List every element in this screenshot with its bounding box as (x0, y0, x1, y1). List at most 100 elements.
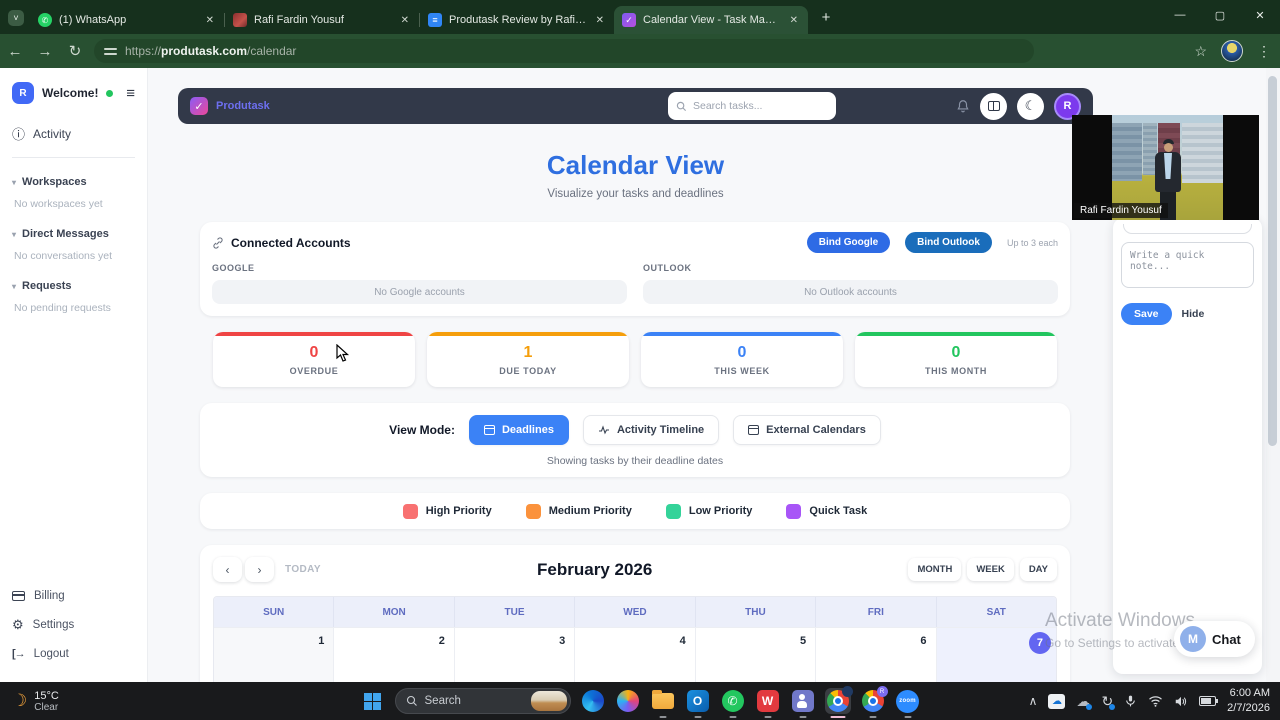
bind-outlook-button[interactable]: Bind Outlook (905, 232, 992, 253)
taskbar-search[interactable]: Search (394, 688, 571, 714)
tab-rafi[interactable]: Rafi Fardin Yousuf ✕ (225, 6, 419, 34)
minimize-button[interactable]: — (1160, 0, 1200, 30)
next-month-button[interactable]: › (245, 557, 274, 582)
user-avatar[interactable]: R (12, 82, 34, 104)
tab-close-icon[interactable]: ✕ (788, 15, 800, 26)
calendar-cell-feb-2[interactable]: 2 (333, 627, 454, 682)
edge-taskbar-icon[interactable] (580, 688, 606, 714)
whatsapp-taskbar-icon[interactable]: ✆ (720, 688, 746, 718)
legend-label: Quick Task (809, 505, 868, 517)
sidebar-menu-icon[interactable]: ≡ (126, 85, 135, 102)
outlook-empty-state: No Outlook accounts (643, 280, 1058, 304)
maximize-button[interactable]: ▢ (1200, 0, 1240, 30)
quick-note-input[interactable] (1121, 242, 1254, 288)
calendar-cell-feb-3[interactable]: 3 (453, 627, 575, 682)
prev-month-button[interactable]: ‹ (213, 557, 242, 582)
tab-search-chevron-icon[interactable]: ˅ (8, 10, 24, 26)
stat-card-due-today[interactable]: 1 DUE TODAY (427, 332, 629, 387)
sidebar-item-activity[interactable]: ⓘ Activity (12, 124, 135, 143)
calendar-title: February 2026 (537, 559, 653, 579)
sidebar-item-settings[interactable]: ⚙ Settings (12, 617, 135, 633)
close-button[interactable]: ✕ (1240, 0, 1280, 30)
browser-profile-avatar[interactable] (1221, 40, 1243, 62)
tab-whatsapp[interactable]: ✆ (1) WhatsApp ✕ (30, 6, 224, 34)
address-bar[interactable]: https://produtask.com/calendar (94, 39, 1034, 63)
battery-icon[interactable] (1199, 696, 1219, 706)
outlook-column: OUTLOOK No Outlook accounts (643, 263, 1058, 304)
back-icon[interactable]: ← (0, 43, 30, 60)
bookmark-star-icon[interactable]: ☆ (1194, 43, 1207, 60)
outlook-icon: O (686, 690, 709, 712)
requests-header[interactable]: ▾ Requests (12, 280, 135, 292)
legend-label: Low Priority (688, 505, 753, 517)
bind-google-button[interactable]: Bind Google (806, 232, 891, 253)
taskbar-clock[interactable]: 6:00 AM 2/7/2026 (1227, 686, 1270, 716)
sidebar-item-billing[interactable]: Billing (12, 590, 135, 602)
chat-bubble[interactable]: M Chat (1174, 621, 1255, 657)
online-status-dot (106, 89, 114, 97)
connected-accounts-columns: GOOGLE No Google accounts OUTLOOK No Out… (212, 263, 1058, 304)
page-scrollbar[interactable] (1266, 68, 1280, 682)
site-settings-icon[interactable] (104, 45, 117, 58)
wps-taskbar-icon[interactable]: W (755, 688, 781, 718)
scrollbar-thumb[interactable] (1268, 76, 1277, 446)
onedrive-icon[interactable]: ☁ (1048, 693, 1066, 709)
tab-calendar-view-active[interactable]: ✓ Calendar View - Task Manager ✕ (614, 6, 808, 34)
teams-taskbar-icon[interactable] (790, 688, 816, 718)
windows-start-button[interactable] (360, 688, 386, 714)
layout-toggle-button[interactable] (980, 92, 1007, 120)
calendar-cell-feb-5[interactable]: 5 (694, 627, 816, 682)
search-input[interactable] (693, 100, 813, 112)
calendar-view-switcher: MONTH WEEK DAY (908, 558, 1057, 581)
refresh-icon[interactable]: ↻ (60, 42, 90, 60)
tray-chevron-up-icon[interactable]: ∧ (1029, 694, 1038, 708)
tab-produtask-review[interactable]: ≡ Produtask Review by Rafi - Goo ✕ (420, 6, 614, 34)
workspaces-header[interactable]: ▾ Workspaces (12, 176, 135, 188)
calendar-cell-feb-6[interactable]: 6 (815, 627, 936, 682)
calendar-cell-feb-1[interactable]: 1 (214, 627, 334, 682)
view-mode-deadlines-button[interactable]: Deadlines (468, 415, 569, 445)
copilot-taskbar-icon[interactable] (615, 688, 641, 714)
chevron-down-icon: ▾ (12, 281, 17, 291)
dark-mode-button[interactable]: ☾ (1017, 92, 1044, 120)
hide-button[interactable]: Hide (1181, 308, 1205, 320)
zoom-taskbar-icon[interactable]: zoom (895, 688, 921, 718)
microphone-icon[interactable] (1124, 694, 1137, 708)
tab-close-icon[interactable]: ✕ (204, 15, 216, 26)
save-button[interactable]: Save (1121, 303, 1172, 325)
calendar-cell-feb-7-today[interactable]: 7 (935, 627, 1056, 682)
direct-messages-header[interactable]: ▾ Direct Messages (12, 228, 135, 240)
activity-label: Activity (33, 126, 72, 141)
week-view-button[interactable]: WEEK (967, 558, 1014, 581)
stat-card-this-month[interactable]: 0 THIS MONTH (855, 332, 1057, 387)
brand-name[interactable]: Produtask (216, 100, 270, 112)
task-search[interactable] (668, 92, 836, 120)
sidebar-section-direct-messages: ▾ Direct Messages No conversations yet (12, 228, 135, 272)
sidebar-item-logout[interactable]: [→ Logout (12, 648, 135, 660)
stat-card-this-week[interactable]: 0 THIS WEEK (641, 332, 843, 387)
chrome-active-taskbar-icon[interactable] (824, 686, 853, 718)
tab-close-icon[interactable]: ✕ (399, 15, 411, 26)
browser-menu-icon[interactable]: ⋮ (1257, 43, 1272, 60)
view-mode-activity-timeline-button[interactable]: Activity Timeline (582, 415, 720, 445)
stat-card-overdue[interactable]: 0 OVERDUE (213, 332, 415, 387)
bell-icon[interactable] (956, 99, 970, 113)
taskbar-weather[interactable]: ☽ 15°C Clear (12, 690, 59, 713)
chrome-alt-taskbar-icon[interactable]: R (860, 686, 888, 718)
view-mode-external-calendars-button[interactable]: External Calendars (733, 415, 881, 445)
forward-icon[interactable]: → (30, 43, 60, 60)
tab-close-icon[interactable]: ✕ (594, 15, 606, 26)
sync-icon[interactable]: ↻ (1101, 693, 1115, 710)
button-label: Activity Timeline (616, 424, 705, 436)
wifi-icon[interactable] (1148, 695, 1163, 707)
file-explorer-taskbar-icon[interactable] (650, 688, 676, 718)
outlook-taskbar-icon[interactable]: O (685, 688, 711, 718)
day-view-button[interactable]: DAY (1019, 558, 1057, 581)
new-tab-button[interactable]: + (814, 5, 838, 29)
volume-icon[interactable] (1174, 695, 1188, 708)
month-view-button[interactable]: MONTH (908, 558, 962, 581)
calendar-cell-feb-4[interactable]: 4 (574, 627, 695, 682)
today-button[interactable]: TODAY (285, 564, 321, 575)
toolbar-right: ☆ ⋮ (1194, 40, 1272, 62)
cloud-sync-icon[interactable]: ☁ (1076, 693, 1093, 710)
